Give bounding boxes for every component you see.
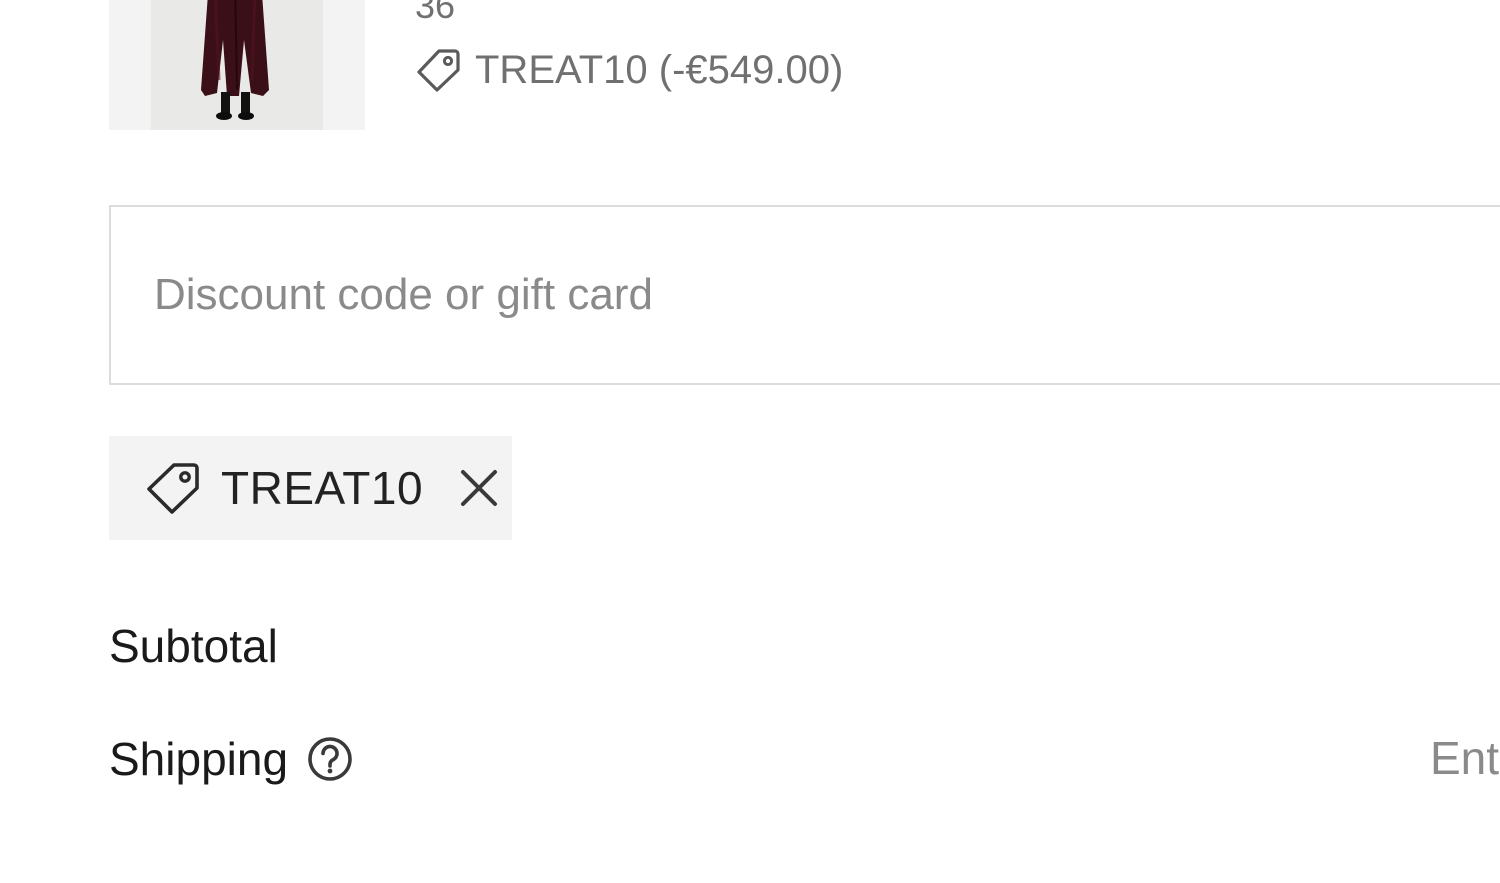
applied-discount-chip: TREAT10 bbox=[109, 436, 512, 540]
remove-discount-button[interactable] bbox=[459, 468, 499, 508]
shipping-row: Shipping bbox=[109, 735, 354, 783]
close-icon[interactable] bbox=[459, 468, 499, 508]
item-size: 36 bbox=[415, 0, 456, 26]
subtotal-label: Subtotal bbox=[109, 620, 278, 672]
product-thumbnail bbox=[109, 0, 365, 130]
discount-code-input[interactable] bbox=[111, 207, 1500, 383]
tag-icon bbox=[145, 461, 201, 515]
shipping-value: Ent bbox=[1430, 732, 1500, 784]
subtotal-row: Subtotal bbox=[109, 623, 278, 669]
question-circle-icon[interactable] bbox=[306, 735, 354, 783]
checkout-order-summary: 36 TREAT10 (-€549.00) TREAT10 bbox=[0, 0, 1500, 883]
product-image bbox=[151, 0, 323, 130]
item-discount-text: TREAT10 (-€549.00) bbox=[475, 48, 844, 92]
item-discount-line: TREAT10 (-€549.00) bbox=[415, 48, 843, 92]
tag-icon bbox=[415, 48, 461, 92]
shipping-label: Shipping bbox=[109, 733, 289, 785]
applied-discount-code: TREAT10 bbox=[221, 462, 424, 514]
discount-code-field[interactable] bbox=[109, 205, 1500, 385]
